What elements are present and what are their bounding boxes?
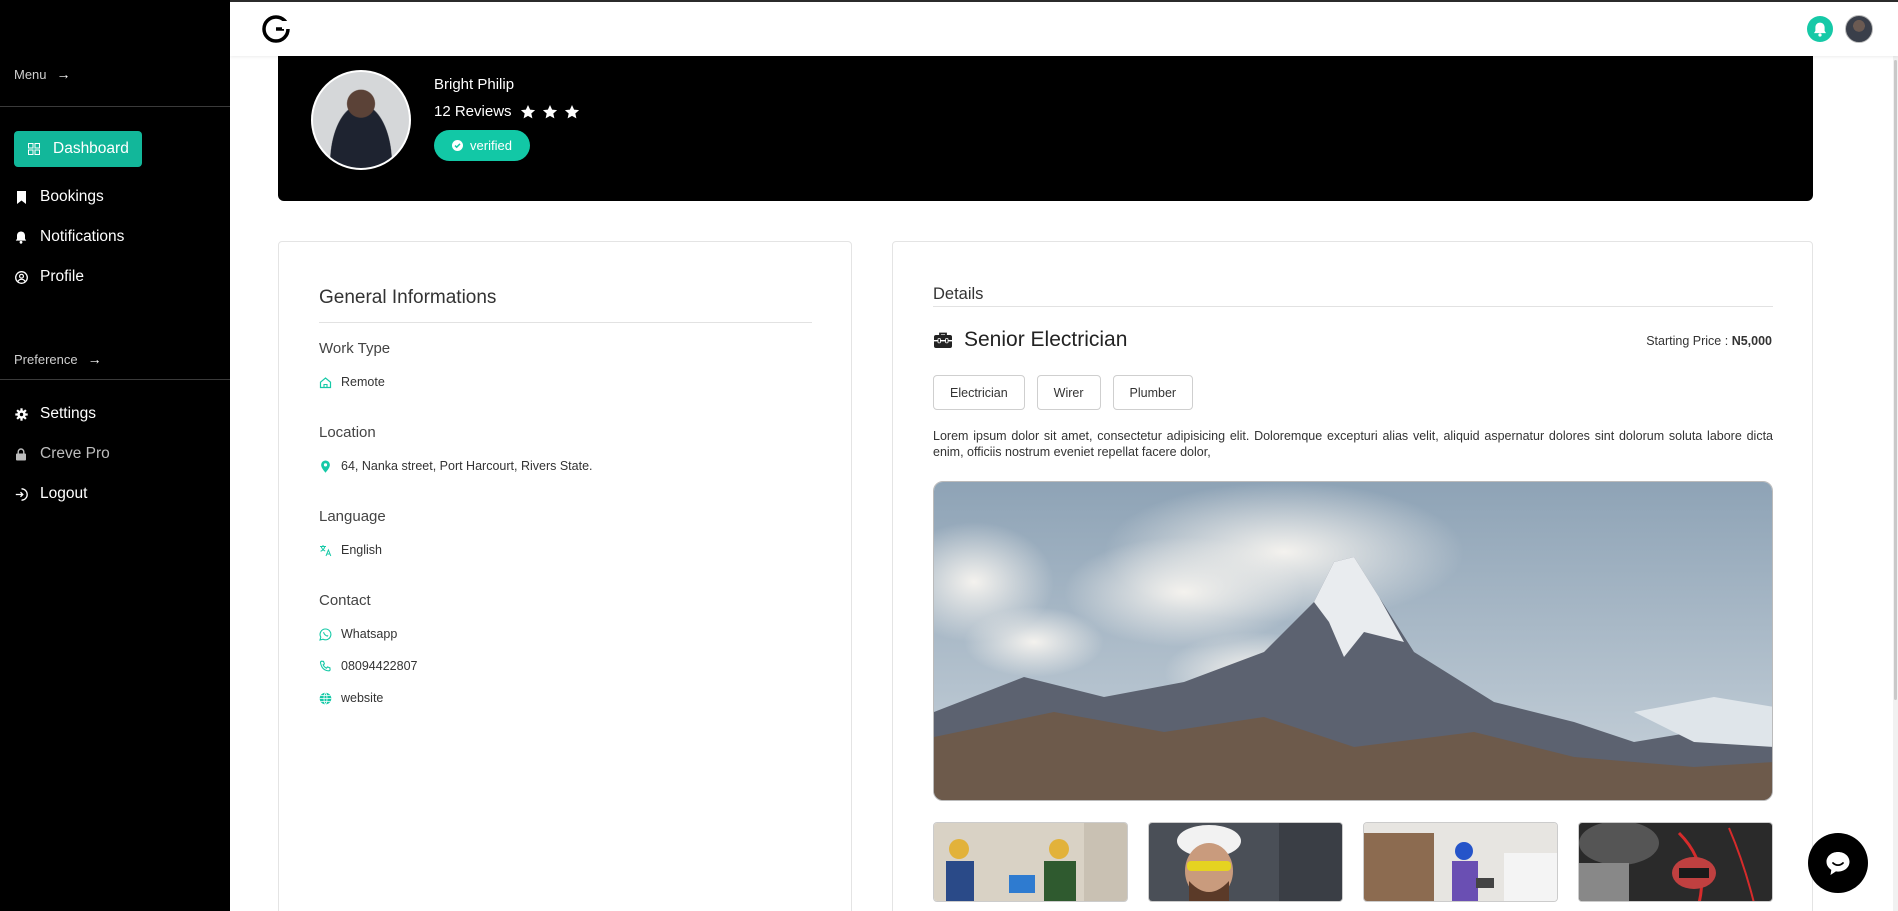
star-icon — [520, 104, 535, 118]
brand-logo-icon[interactable] — [262, 15, 290, 43]
divider — [933, 306, 1773, 307]
sidebar-item-dashboard[interactable]: Dashboard — [14, 131, 142, 167]
sidebar-divider — [0, 379, 230, 380]
thumbnail-gallery — [933, 822, 1773, 902]
location-label: Location — [319, 424, 376, 441]
language-value: English — [341, 543, 382, 557]
menu-label: Menu — [14, 66, 47, 82]
notification-bell-button[interactable] — [1807, 16, 1833, 42]
work-type-row: Remote — [319, 375, 385, 389]
verified-badge: verified — [434, 130, 530, 161]
tag-plumber[interactable]: Plumber — [1112, 375, 1194, 410]
profile-name: Bright Philip — [434, 76, 515, 93]
sidebar: Menu → Dashboard Bookings Notifications … — [0, 0, 230, 911]
contact-phone-row[interactable]: 08094422807 — [319, 659, 417, 673]
sidebar-item-label: Profile — [40, 268, 84, 285]
sidebar-item-label: Dashboard — [53, 140, 129, 157]
contact-label: Contact — [319, 592, 371, 609]
preference-toggle[interactable]: Preference → — [14, 351, 102, 367]
contact-whatsapp-row[interactable]: Whatsapp — [319, 627, 397, 641]
map-pin-icon — [321, 460, 330, 473]
bell-icon — [14, 230, 28, 244]
sidebar-item-creve-pro[interactable]: Creve Pro — [14, 436, 122, 472]
contact-whatsapp: Whatsapp — [341, 627, 398, 641]
sidebar-item-settings[interactable]: Settings — [14, 396, 108, 432]
chat-button[interactable] — [1808, 833, 1868, 893]
price-value: N5,000 — [1731, 334, 1772, 348]
star-icon — [564, 104, 579, 118]
location-value: 64, Nanka street, Port Harcourt, Rivers … — [341, 459, 593, 473]
phone-icon — [319, 660, 331, 671]
gear-icon — [14, 407, 28, 421]
gallery-thumbnail[interactable] — [1578, 822, 1773, 902]
sidebar-item-label: Logout — [40, 485, 88, 502]
preference-label: Preference — [14, 351, 78, 367]
general-info-card: General Informations Work Type Remote Lo… — [278, 241, 852, 911]
arrow-right-icon: → — [56, 66, 71, 82]
dashboard-icon — [27, 142, 41, 156]
gallery-thumbnail[interactable] — [1363, 822, 1558, 902]
whatsapp-icon — [319, 627, 332, 641]
details-card: Details Senior Electrician Starting Pric… — [892, 241, 1813, 911]
profile-banner: Bright Philip 12 Reviews verified — [278, 56, 1813, 201]
featured-image[interactable] — [933, 481, 1773, 801]
check-circle-icon — [452, 140, 464, 151]
scrollbar-thumb[interactable] — [1894, 60, 1897, 700]
starting-price: Starting Price : N5,000 — [1646, 334, 1772, 348]
contact-website-row[interactable]: website — [319, 691, 383, 705]
divider — [319, 322, 812, 323]
gallery-thumbnail[interactable] — [933, 822, 1128, 902]
user-circle-icon — [14, 270, 28, 284]
price-label: Starting Price : — [1646, 334, 1729, 348]
rating-stars — [520, 104, 580, 120]
role-title: Senior Electrician — [964, 328, 1128, 351]
sidebar-item-notifications[interactable]: Notifications — [14, 219, 136, 255]
sidebar-item-profile[interactable]: Profile — [14, 259, 96, 295]
profile-avatar — [311, 70, 411, 170]
home-icon — [319, 376, 332, 388]
arrow-right-icon: → — [87, 351, 102, 367]
lock-icon — [14, 447, 28, 461]
profile-reviews: 12 Reviews — [434, 103, 580, 120]
skill-tags: Electrician Wirer Plumber — [933, 375, 1194, 410]
general-info-title: General Informations — [319, 287, 497, 308]
star-icon — [542, 104, 557, 118]
gallery-thumbnail[interactable] — [1148, 822, 1343, 902]
top-bar — [230, 0, 1898, 56]
translate-icon — [320, 544, 332, 556]
reviews-count: 12 Reviews — [434, 103, 512, 120]
work-type-value: Remote — [341, 375, 385, 389]
sidebar-item-logout[interactable]: Logout — [14, 476, 99, 512]
tag-electrician[interactable]: Electrician — [933, 375, 1025, 410]
user-avatar[interactable] — [1845, 15, 1873, 43]
globe-icon — [319, 691, 332, 705]
bell-icon — [1814, 22, 1826, 37]
sidebar-divider — [0, 106, 230, 107]
contact-phone: 08094422807 — [341, 659, 418, 673]
location-row: 64, Nanka street, Port Harcourt, Rivers … — [319, 459, 593, 473]
sidebar-item-label: Creve Pro — [40, 445, 110, 462]
logout-icon — [14, 487, 28, 501]
description: Lorem ipsum dolor sit amet, consectetur … — [933, 429, 1773, 459]
sidebar-item-label: Notifications — [40, 228, 125, 245]
bookmark-icon — [14, 190, 28, 204]
language-label: Language — [319, 508, 386, 525]
menu-toggle[interactable]: Menu → — [14, 66, 71, 82]
sidebar-item-bookings[interactable]: Bookings — [14, 179, 116, 215]
toolbox-icon — [934, 332, 952, 348]
sidebar-item-label: Settings — [40, 405, 97, 422]
tag-wirer[interactable]: Wirer — [1036, 375, 1101, 410]
role-heading: Senior Electrician — [933, 328, 1127, 352]
sidebar-item-label: Bookings — [40, 188, 104, 205]
language-row: English — [319, 543, 382, 557]
details-title: Details — [933, 285, 984, 303]
contact-website: website — [341, 691, 384, 705]
chat-bubble-icon — [1826, 852, 1850, 875]
verified-label: verified — [470, 138, 512, 153]
work-type-label: Work Type — [319, 340, 391, 357]
